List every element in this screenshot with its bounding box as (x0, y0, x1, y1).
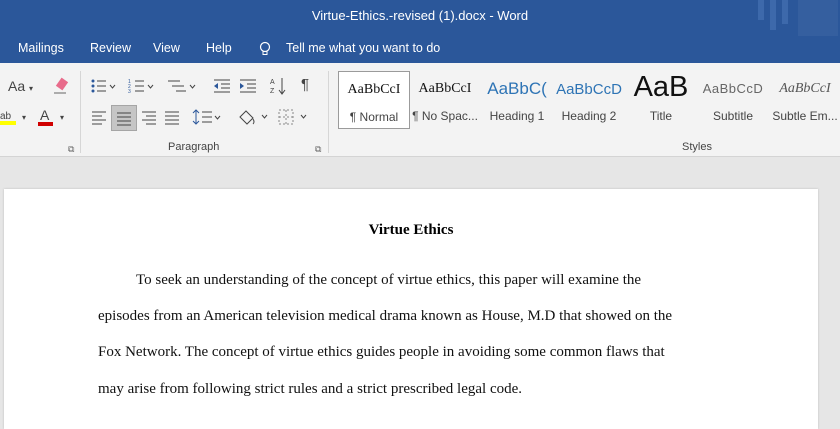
style-subtitle[interactable]: AaBbCcD Subtitle (698, 71, 768, 127)
tell-me-placeholder: Tell me what you want to do (286, 41, 441, 55)
tab-review[interactable]: Review (90, 41, 131, 55)
show-formatting-marks-icon[interactable]: ¶ (301, 76, 309, 94)
multilevel-list-button[interactable] (166, 77, 196, 95)
highlight-color-button[interactable]: ab (0, 109, 20, 127)
paragraph-line: To seek an understanding of the concept … (136, 272, 642, 288)
paragraph-group-label: Paragraph (168, 141, 220, 153)
title-bar: Virtue-Ethics.-revised (1).docx - Word (0, 0, 840, 36)
ribbon: Aa ▾ ab ▾ A ▾ ⧉ 1 2 3 A Z ¶ Paragraph ⧉ … (0, 63, 840, 157)
font-dialog-launcher-icon[interactable]: ⧉ (68, 144, 74, 155)
paragraph-dialog-launcher-icon[interactable]: ⧉ (315, 144, 321, 155)
paragraph-line: may arise from following strict rules an… (98, 381, 523, 397)
tab-mailings[interactable]: Mailings (18, 41, 64, 55)
document-canvas: Virtue Ethics To seek an understanding o… (0, 157, 840, 429)
svg-text:Z: Z (270, 88, 275, 95)
paragraph-line: Fox Network. The concept of virtue ethic… (98, 344, 665, 360)
numbering-button[interactable]: 1 2 3 (128, 77, 154, 95)
align-center-icon (117, 112, 131, 126)
decrease-indent-icon[interactable] (212, 77, 232, 95)
sort-icon[interactable]: AZ (270, 76, 288, 96)
paragraph-line: episodes from an American television med… (98, 308, 673, 324)
style-normal[interactable]: AaBbCcI ¶ Normal (338, 71, 410, 129)
style-heading-2[interactable]: AaBbCcD Heading 2 (554, 71, 624, 127)
align-center-button[interactable] (111, 105, 137, 131)
style-subtle-emphasis[interactable]: AaBbCcI Subtle Em... (770, 71, 840, 127)
line-spacing-icon[interactable] (192, 108, 222, 126)
chevron-down-icon[interactable]: ▾ (60, 109, 64, 127)
style-title[interactable]: AaB Title (626, 71, 696, 127)
chevron-down-icon[interactable]: ▾ (22, 109, 26, 127)
group-separator (328, 71, 329, 153)
svg-text:3: 3 (128, 89, 131, 95)
group-separator (80, 71, 81, 153)
change-case-button[interactable]: Aa ▾ (8, 77, 33, 98)
style-heading-1[interactable]: AaBbC( Heading 1 (482, 71, 552, 127)
align-right-icon[interactable] (140, 108, 158, 126)
shading-icon[interactable] (236, 107, 270, 127)
ribbon-tab-bar: Mailings Review View Help Tell me what y… (0, 36, 840, 63)
bullets-button[interactable] (90, 77, 116, 95)
document-title: Virtue Ethics (368, 222, 454, 238)
font-color-button[interactable]: A (37, 107, 55, 127)
borders-icon[interactable] (277, 107, 309, 127)
style-no-spacing[interactable]: AaBbCcI ¶ No Spac... (410, 71, 480, 127)
title-bar-decoration (758, 0, 838, 36)
svg-text:A: A (40, 107, 50, 123)
clear-formatting-icon[interactable] (52, 77, 70, 95)
increase-indent-icon[interactable] (238, 77, 258, 95)
tab-help[interactable]: Help (206, 41, 232, 55)
svg-text:ab: ab (0, 111, 12, 122)
justify-icon[interactable] (163, 108, 181, 126)
tab-view[interactable]: View (153, 41, 180, 55)
lightbulb-icon (259, 41, 271, 55)
document-page[interactable]: Virtue Ethics To seek an understanding o… (4, 189, 818, 429)
window-title: Virtue-Ethics.-revised (1).docx - Word (311, 8, 529, 23)
align-left-icon[interactable] (90, 108, 108, 126)
svg-text:A: A (270, 79, 275, 86)
styles-group-label: Styles (682, 141, 712, 153)
